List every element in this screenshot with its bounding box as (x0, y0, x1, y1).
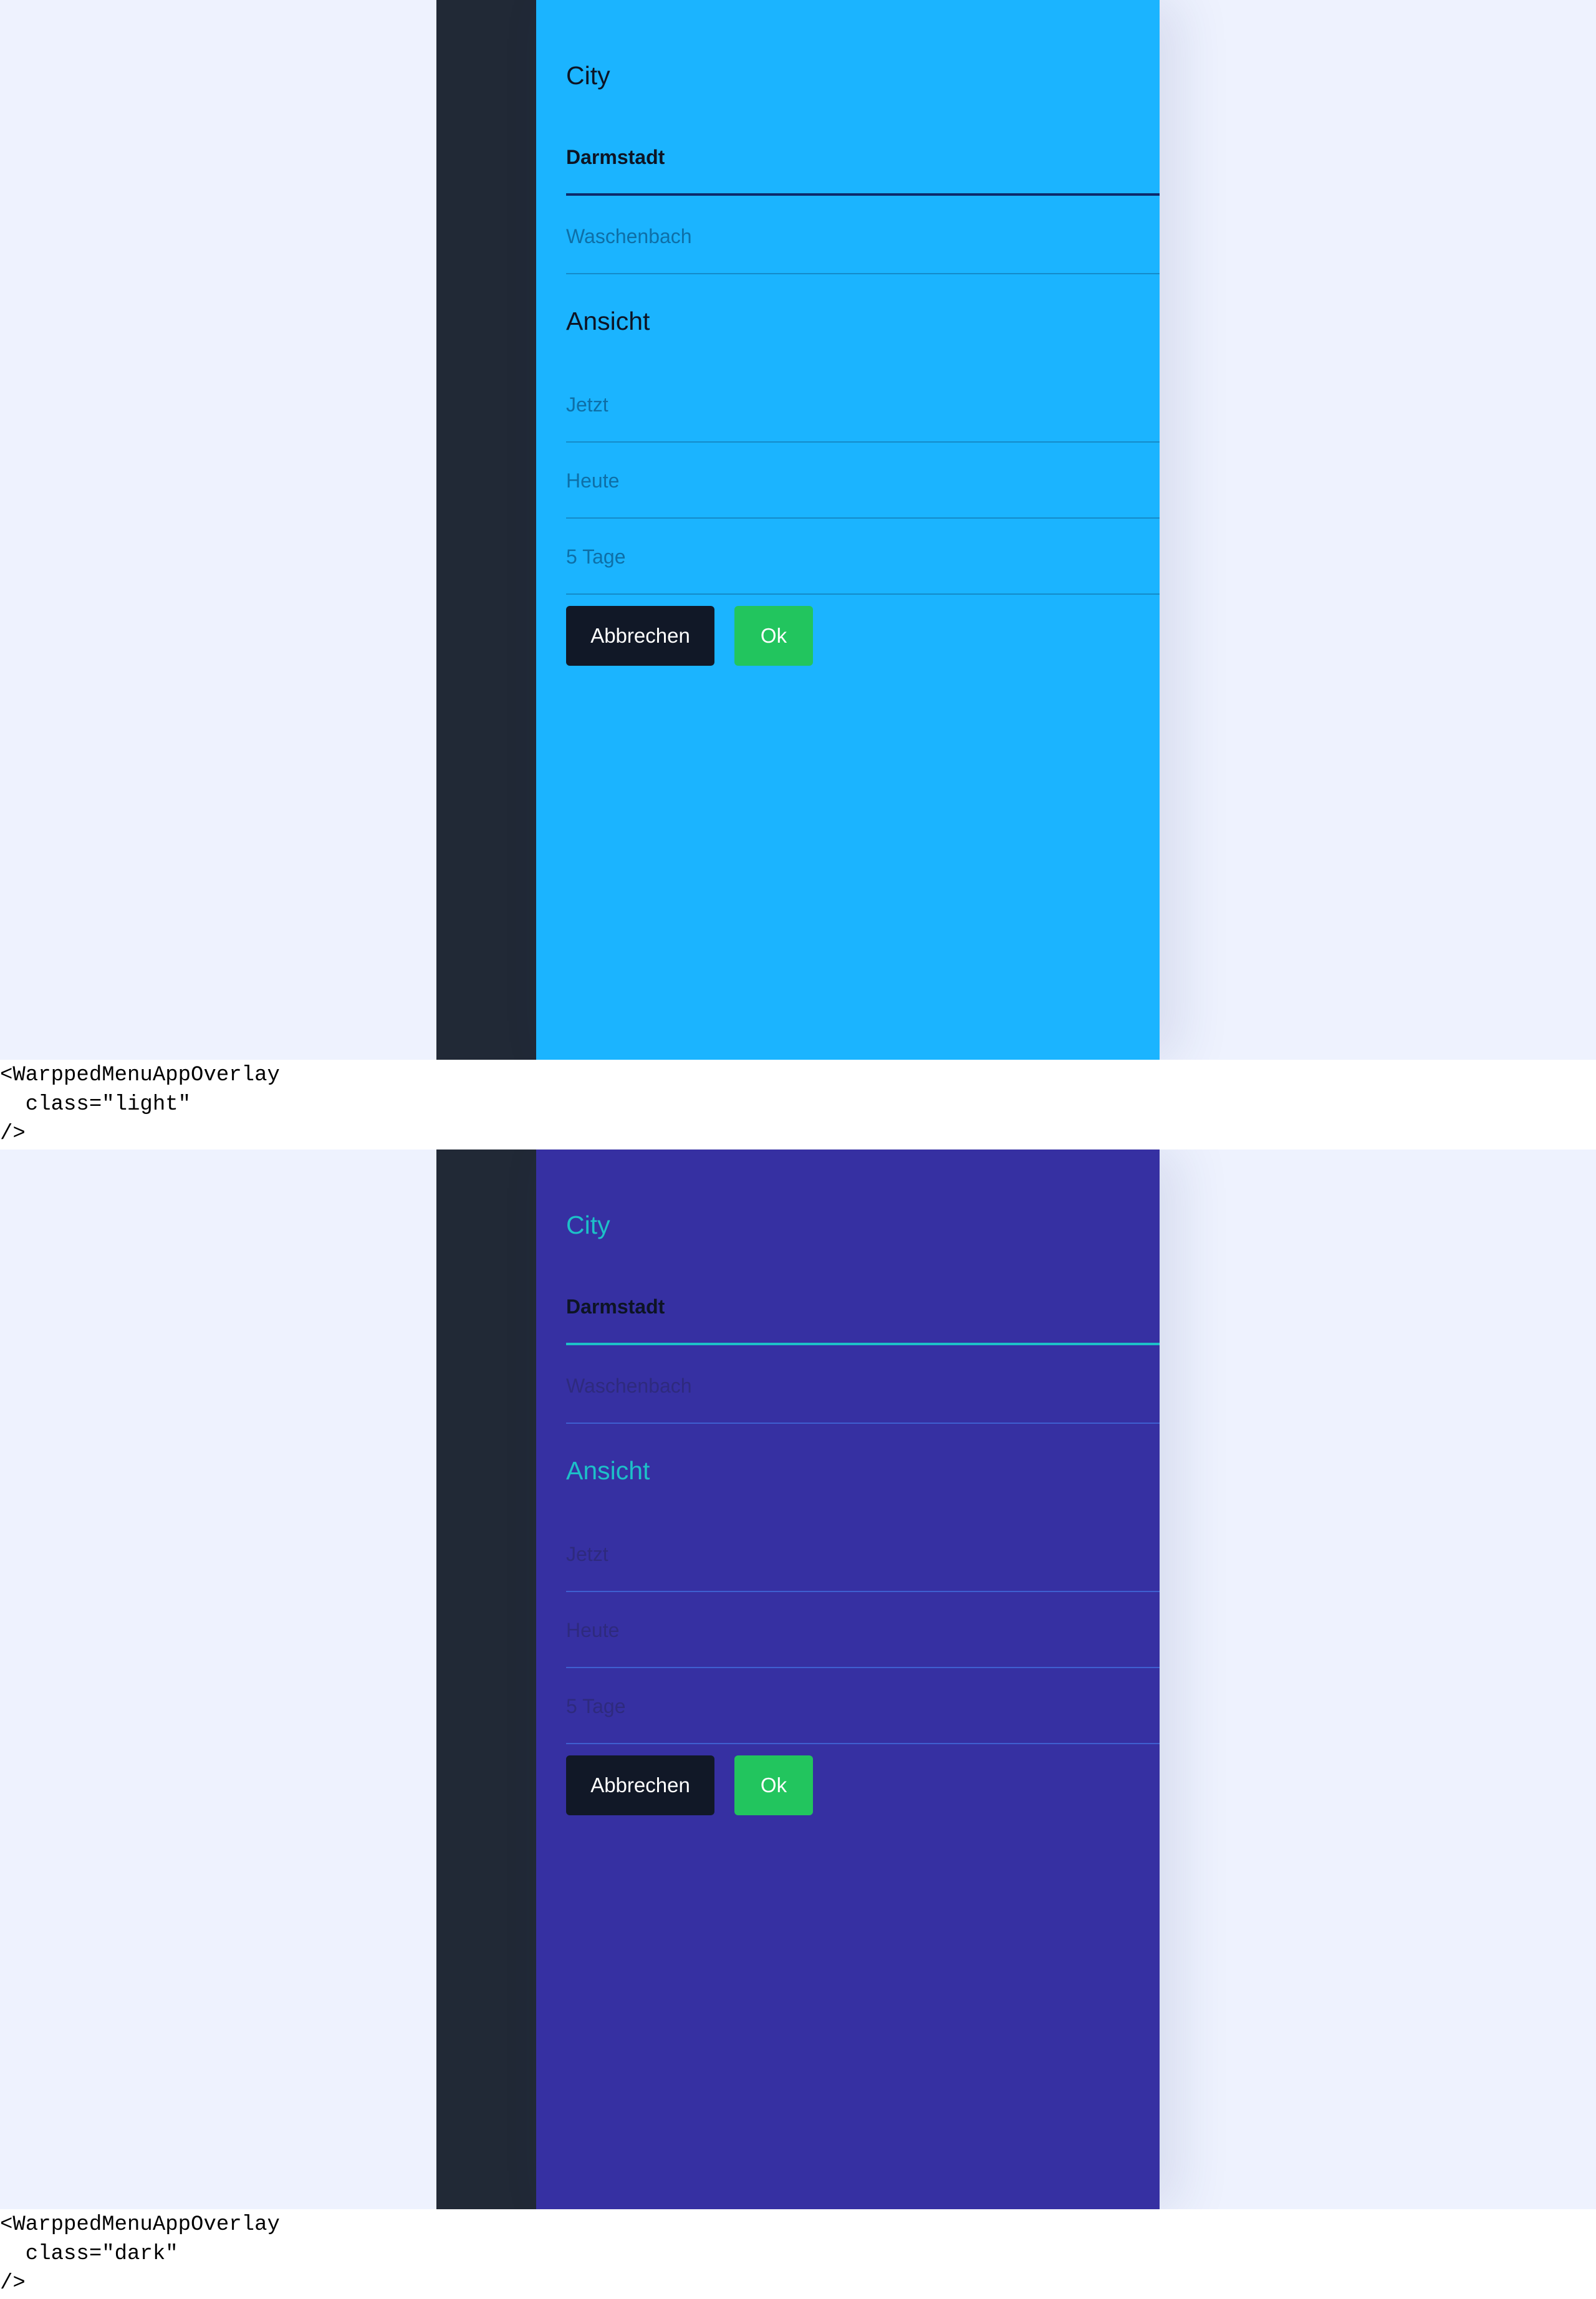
view-option-5-tage[interactable]: 5 Tage (566, 520, 1160, 595)
view-option-heute[interactable]: Heute (566, 1593, 1160, 1668)
view-option-5-tage[interactable]: 5 Tage (566, 1669, 1160, 1744)
light-overlay-preview: City Darmstadt Waschenbach Ansicht Jetzt… (0, 0, 1596, 1060)
city-option-waschenbach[interactable]: Waschenbach (566, 199, 1160, 274)
view-option-jetzt[interactable]: Jetzt (566, 368, 1160, 443)
code-line: <WarppedMenuAppOverlay (0, 2213, 280, 2237)
city-option-waschenbach[interactable]: Waschenbach (566, 1349, 1160, 1424)
cancel-button[interactable]: Abbrechen (566, 606, 714, 666)
side-rail (436, 0, 536, 1060)
city-section-title: City (566, 1211, 610, 1239)
dark-overlay-preview: City Darmstadt Waschenbach Ansicht Jetzt… (0, 1150, 1596, 2209)
city-option-darmstadt[interactable]: Darmstadt (566, 121, 1160, 196)
city-option-darmstadt[interactable]: Darmstadt (566, 1270, 1160, 1345)
ok-button[interactable]: Ok (734, 606, 813, 666)
code-snippet-dark: <WarppedMenuAppOverlay class="dark" /> (0, 2209, 1596, 2299)
menu-overlay-panel: City Darmstadt Waschenbach Ansicht Jetzt… (536, 1150, 1160, 2209)
cancel-button[interactable]: Abbrechen (566, 1755, 714, 1815)
view-option-heute[interactable]: Heute (566, 444, 1160, 519)
view-option-jetzt[interactable]: Jetzt (566, 1517, 1160, 1592)
menu-overlay-panel: City Darmstadt Waschenbach Ansicht Jetzt… (536, 0, 1160, 1060)
code-line: /> (0, 2272, 26, 2295)
ok-button[interactable]: Ok (734, 1755, 813, 1815)
city-section-title: City (566, 61, 610, 90)
code-snippet-light: <WarppedMenuAppOverlay class="light" /> (0, 1060, 1596, 1150)
code-line: <WarppedMenuAppOverlay (0, 1063, 280, 1087)
side-rail (436, 1150, 536, 2209)
code-line: class="light" (0, 1093, 191, 1116)
code-line: class="dark" (0, 2242, 178, 2266)
code-line: /> (0, 1122, 26, 1146)
view-section-title: Ansicht (566, 307, 650, 335)
view-section-title: Ansicht (566, 1456, 650, 1485)
